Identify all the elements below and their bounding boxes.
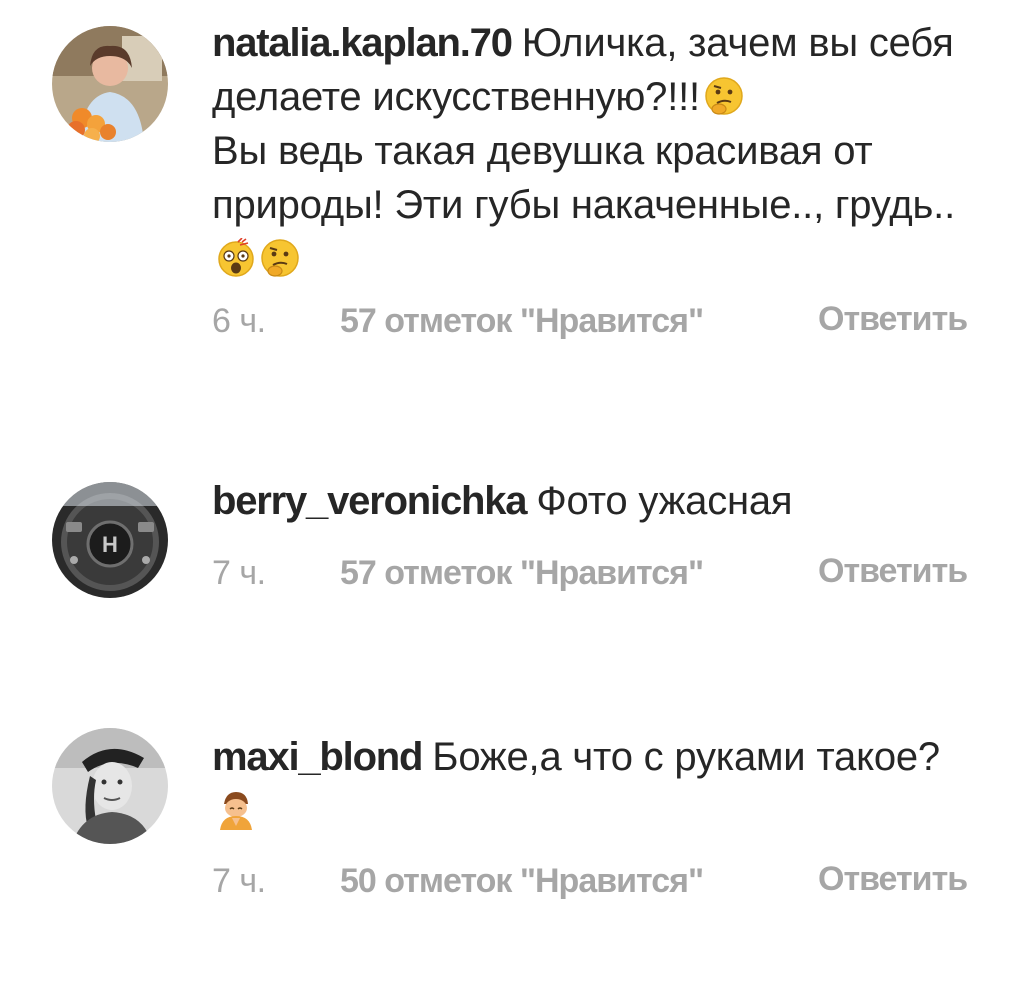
comment-username[interactable]: berry_veronichka xyxy=(212,479,528,523)
avatar-image xyxy=(52,728,168,844)
astonished-face-icon xyxy=(216,237,256,278)
avatar-image xyxy=(52,26,168,142)
comment-meta: 7 ч. 57 отметок "Нравится" Ответить xyxy=(212,552,1012,634)
likes-count-button[interactable]: 57 отметок "Нравится" xyxy=(340,302,704,341)
comment-time: 6 ч. xyxy=(212,302,266,340)
reply-button[interactable]: Ответить xyxy=(818,547,968,595)
reply-button[interactable]: Ответить xyxy=(818,295,968,343)
comment-item: maxi_blond Боже,а что с руками такое? 7 ч… xyxy=(0,716,1024,994)
comment-body: berry_veronichka Фото ужасная xyxy=(212,474,982,528)
person-bowing-icon xyxy=(216,790,256,830)
likes-count-button[interactable]: 50 отметок "Нравится" xyxy=(340,862,704,901)
avatar[interactable] xyxy=(52,728,168,844)
comment-text: Боже,а что с руками такое? xyxy=(432,735,940,779)
svg-text:H: H xyxy=(102,532,118,557)
comment-body: natalia.kaplan.70 Юличка, зачем вы себя д… xyxy=(212,16,982,286)
comment-username[interactable]: natalia.kaplan.70 xyxy=(212,21,513,65)
reply-button[interactable]: Ответить xyxy=(818,855,968,903)
comment-text-continued: Вы ведь такая девушка красивая от природ… xyxy=(212,129,955,227)
comment-time: 7 ч. xyxy=(212,554,266,592)
thinking-face-icon xyxy=(704,76,744,116)
comment-time: 7 ч. xyxy=(212,862,266,900)
comment-body: maxi_blond Боже,а что с руками такое? xyxy=(212,730,982,838)
avatar[interactable] xyxy=(52,26,168,142)
comment-meta: 6 ч. 57 отметок "Нравится" Ответить xyxy=(212,300,1012,382)
comment-meta: 7 ч. 50 отметок "Нравится" Ответить xyxy=(212,860,1012,942)
likes-count-button[interactable]: 57 отметок "Нравится" xyxy=(340,554,704,593)
thinking-face-icon xyxy=(260,238,300,278)
comment-item: natalia.kaplan.70 Юличка, зачем вы себя д… xyxy=(0,0,1024,420)
avatar[interactable]: H xyxy=(52,482,168,598)
comment-text: Фото ужасная xyxy=(536,479,793,523)
comment-username[interactable]: maxi_blond xyxy=(212,735,423,779)
comment-item: H berry_veronichka Фото ужасная 7 ч. 57 о… xyxy=(0,460,1024,700)
avatar-image: H xyxy=(52,482,168,598)
